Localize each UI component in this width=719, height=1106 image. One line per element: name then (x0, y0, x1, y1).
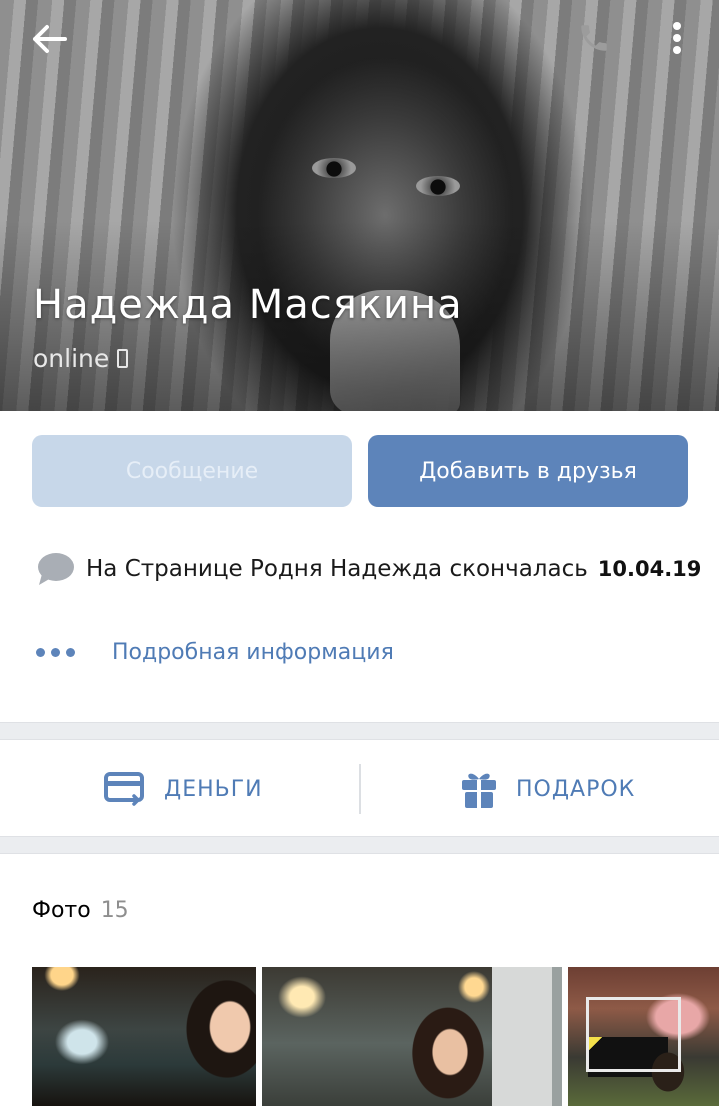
phone-icon (581, 25, 607, 51)
photos-title: Фото (32, 898, 91, 923)
add-friend-button[interactable]: Добавить в друзья (368, 435, 688, 507)
online-status-text: online (33, 344, 110, 373)
quick-actions: ДЕНЬГИ ПОДАРОК (0, 742, 719, 836)
profile-name: Надежда Масякина (33, 282, 463, 328)
cover-photo-detail (416, 176, 460, 196)
section-divider (0, 836, 719, 854)
photo-thumbnail[interactable] (568, 967, 719, 1106)
profile-cover[interactable]: Надежда Масякина online (0, 0, 719, 411)
photo-thumbnail[interactable] (262, 967, 562, 1106)
photo-thumbnail[interactable] (32, 967, 256, 1106)
credit-card-icon (104, 772, 144, 806)
more-vertical-icon (673, 22, 681, 54)
more-options-button[interactable] (660, 16, 694, 60)
back-button[interactable] (26, 18, 72, 60)
speech-bubble-icon (38, 553, 74, 585)
gift-icon (462, 773, 496, 808)
more-horizontal-icon (36, 648, 112, 657)
status-text: На Странице Родня Надежда скончалась (86, 556, 588, 582)
back-arrow-icon (33, 25, 67, 53)
detailed-info-row[interactable]: Подробная информация (36, 640, 394, 665)
cover-photo-detail (312, 158, 356, 178)
gift-label: ПОДАРОК (516, 776, 636, 802)
photos-header[interactable]: Фото 15 (32, 898, 129, 923)
vertical-divider (359, 764, 361, 814)
section-divider (0, 722, 719, 740)
online-status: online (33, 344, 129, 373)
photos-count: 15 (100, 898, 129, 923)
money-button[interactable]: ДЕНЬГИ (104, 742, 263, 836)
status-line: На Странице Родня Надежда скончалась 10.… (34, 548, 701, 590)
money-label: ДЕНЬГИ (164, 776, 263, 802)
mobile-device-icon (117, 349, 129, 368)
status-date: 10.04.19 (597, 557, 702, 581)
call-button[interactable] (574, 18, 614, 58)
detailed-info-link[interactable]: Подробная информация (112, 640, 394, 665)
gift-button[interactable]: ПОДАРОК (460, 742, 635, 836)
photo-detail (586, 997, 681, 1072)
message-button[interactable]: Сообщение (32, 435, 352, 507)
